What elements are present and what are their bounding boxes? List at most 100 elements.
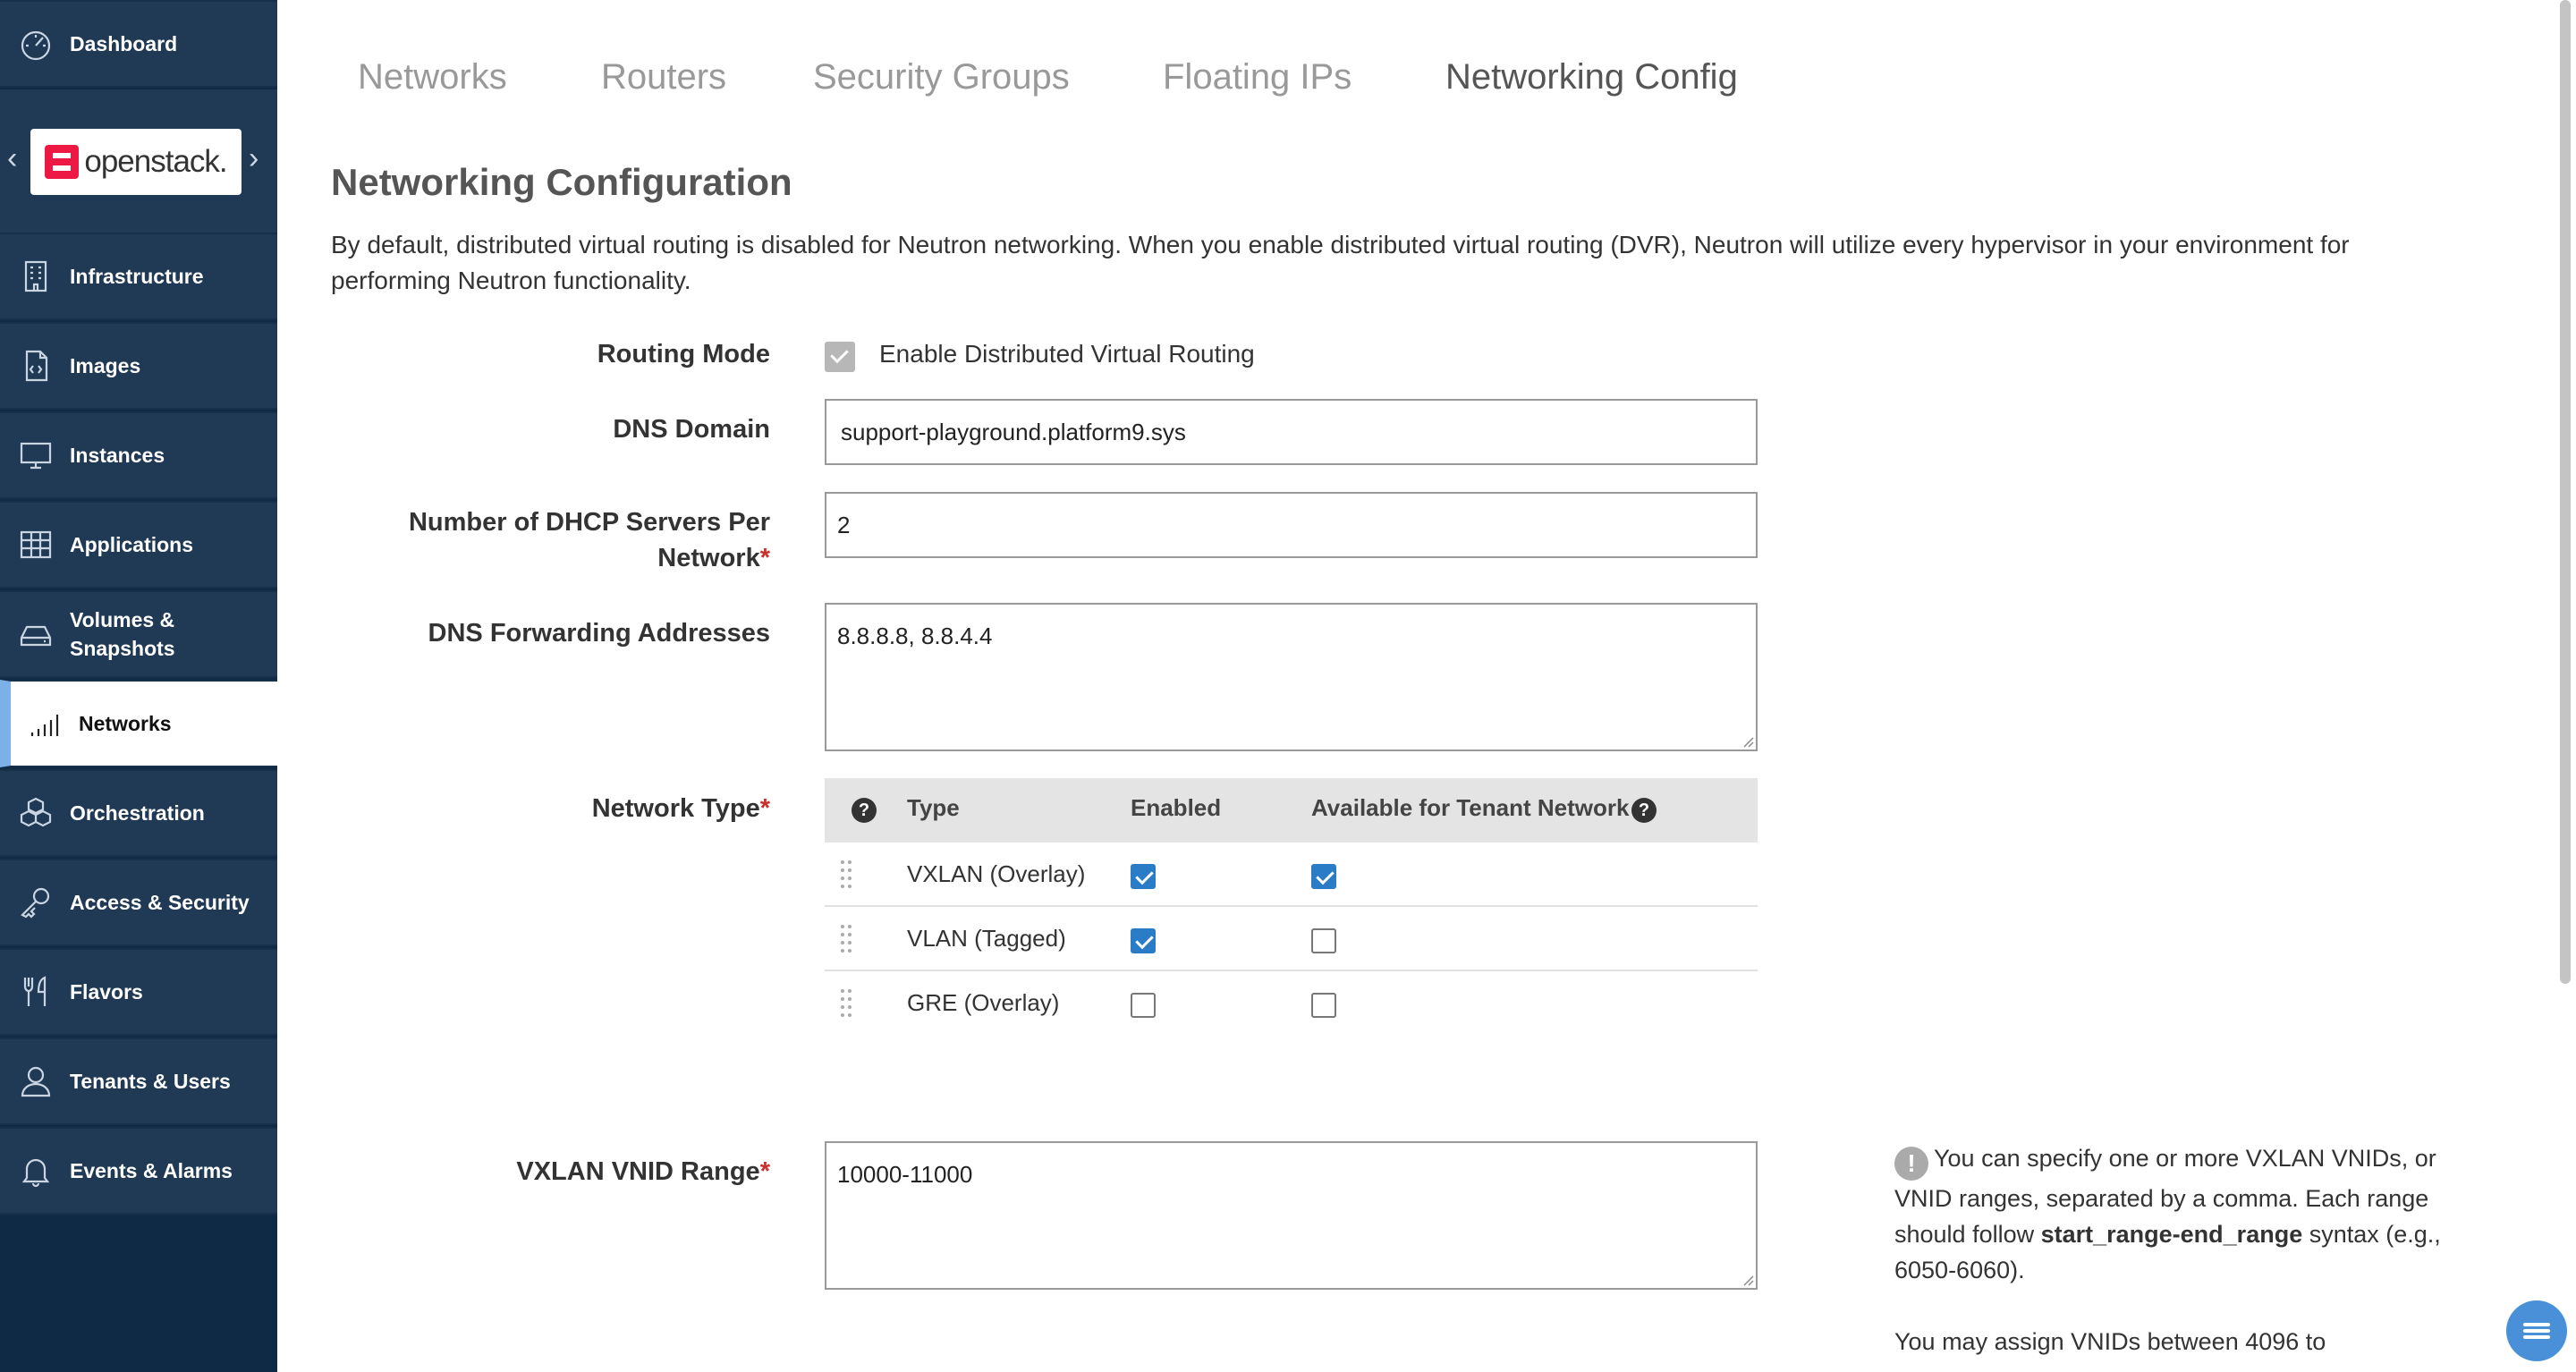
tab-networking-config[interactable]: Networking Config (1445, 57, 1738, 97)
dns-forwarding-label: DNS Forwarding Addresses (428, 619, 770, 648)
resize-handle-icon[interactable] (1741, 735, 1754, 748)
table-row: VXLAN (Overlay) (825, 843, 1758, 907)
dhcp-label-line2: Network (657, 544, 760, 572)
sidebar-item-tenants-users[interactable]: Tenants & Users (0, 1037, 277, 1125)
sidebar-item-label: Flavors (70, 980, 143, 1004)
sidebar-item-label: Images (70, 354, 141, 377)
sidebar-item-access-security[interactable]: Access & Security (0, 859, 277, 946)
routing-mode-label: Routing Mode (597, 340, 770, 368)
utensils-icon (16, 972, 55, 1012)
question-circle-icon[interactable]: ? (1631, 798, 1657, 823)
sidebar-item-orchestration[interactable]: Orchestration (0, 769, 277, 857)
network-type-table-header: ? Type Enabled Available for Tenant Netw… (825, 778, 1758, 843)
sidebar-item-label: Infrastructure (70, 265, 204, 288)
user-icon (16, 1062, 55, 1101)
enabled-checkbox[interactable] (1131, 928, 1156, 953)
sidebar-item-dashboard[interactable]: Dashboard (0, 0, 277, 88)
openstack-logo-mark (45, 145, 80, 179)
sidebar-item-label: Tenants & Users (70, 1070, 231, 1093)
dns-domain-label: DNS Domain (613, 415, 770, 444)
dhcp-label-line2-wrap: Network* (409, 540, 770, 576)
resize-handle-icon[interactable] (1741, 1274, 1754, 1286)
dhcp-label-line1: Number of DHCP Servers Per (408, 508, 770, 537)
tenant-checkbox[interactable] (1311, 993, 1336, 1018)
sidebar: Dashboard ‹ openstack. › Infrastructure … (0, 0, 277, 1372)
column-header-tenant: Available for Tenant Network (1311, 794, 1630, 821)
required-marker: * (759, 794, 770, 823)
sidebar-item-infrastructure[interactable]: Infrastructure (0, 233, 277, 320)
dns-forwarding-textarea[interactable]: 8.8.8.8, 8.8.4.4 (825, 603, 1758, 751)
sidebar-item-label: Applications (70, 533, 194, 556)
dns-domain-value: support-playground.platform9.sys (841, 418, 1186, 445)
sidebar-item-applications[interactable]: Applications (0, 501, 277, 589)
signal-bars-icon (25, 704, 64, 743)
drag-handle-icon[interactable] (841, 925, 853, 953)
vxlan-label-text: VXLAN VNID Range (516, 1157, 760, 1186)
network-type-label-text: Network Type (591, 794, 760, 823)
page-title: Networking Configuration (331, 161, 792, 203)
grid-table-icon (16, 525, 55, 564)
dns-forwarding-value: 8.8.8.8, 8.8.4.4 (837, 622, 993, 649)
dns-domain-input[interactable]: support-playground.platform9.sys (825, 399, 1758, 465)
tab-networks[interactable]: Networks (358, 57, 507, 97)
sidebar-item-volumes-snapshots[interactable]: Volumes & Snapshots (0, 590, 277, 678)
openstack-logo[interactable]: openstack. (30, 129, 242, 195)
enabled-checkbox[interactable] (1131, 864, 1156, 889)
sidebar-item-label: Events & Alarms (70, 1159, 233, 1182)
chat-menu-button[interactable] (2506, 1300, 2567, 1361)
network-type-name: GRE (Overlay) (907, 989, 1060, 1016)
drag-handle-icon[interactable] (841, 989, 853, 1018)
info-paragraph-1: ! You can specify one or more VXLAN VNIDs… (1894, 1140, 2485, 1288)
hard-drive-icon (16, 614, 55, 654)
dhcp-servers-value: 2 (837, 511, 851, 538)
column-header-enabled: Enabled (1131, 794, 1222, 821)
tenant-checkbox[interactable] (1311, 928, 1336, 953)
monitor-icon (16, 436, 55, 475)
exclamation-circle-icon: ! (1894, 1147, 1928, 1181)
sidebar-item-networks[interactable]: Networks (0, 680, 277, 767)
sidebar-item-label: Dashboard (70, 32, 178, 55)
column-header-type: Type (907, 794, 960, 821)
vxlan-vnid-range-label: VXLAN VNID Range* (516, 1154, 770, 1190)
tab-routers[interactable]: Routers (601, 57, 726, 97)
brand-area: ‹ openstack. › (0, 89, 277, 233)
menu-lines-icon (2523, 1320, 2550, 1342)
vxlan-vnid-range-textarea[interactable]: 10000-11000 (825, 1141, 1758, 1290)
drag-handle-icon[interactable] (841, 860, 853, 889)
sidebar-item-label: Access & Security (70, 891, 250, 914)
enabled-checkbox[interactable] (1131, 993, 1156, 1018)
logo-text: openstack. (84, 144, 227, 179)
chevron-left-icon[interactable]: ‹ (7, 141, 17, 176)
dhcp-servers-label: Number of DHCP Servers Per Network* (409, 504, 770, 576)
info-text-1-bold: start_range-end_range (2040, 1221, 2303, 1248)
sidebar-item-label: Orchestration (70, 801, 205, 825)
sidebar-item-label: Networks (79, 712, 172, 735)
network-type-label: Network Type* (592, 791, 770, 826)
dvr-checkbox[interactable] (825, 342, 855, 372)
vxlan-vnid-range-value: 10000-11000 (837, 1161, 973, 1188)
intro-text: By default, distributed virtual routing … (331, 231, 2350, 294)
vxlan-info-box: ! You can specify one or more VXLAN VNIDs… (1894, 1140, 2485, 1359)
question-circle-icon[interactable]: ? (852, 798, 877, 823)
network-type-name: VXLAN (Overlay) (907, 860, 1086, 887)
sidebar-item-events-alarms[interactable]: Events & Alarms (0, 1127, 277, 1215)
tenant-checkbox[interactable] (1311, 864, 1336, 889)
dhcp-servers-input[interactable]: 2 (825, 492, 1758, 558)
chevron-right-icon[interactable]: › (249, 141, 258, 176)
key-icon (16, 883, 55, 922)
sidebar-item-flavors[interactable]: Flavors (0, 948, 277, 1036)
tab-security-groups[interactable]: Security Groups (813, 57, 1070, 97)
file-code-icon (16, 346, 55, 385)
sidebar-item-label: Volumes & Snapshots (70, 608, 175, 660)
sidebar-item-images[interactable]: Images (0, 322, 277, 410)
required-marker: * (759, 1157, 770, 1186)
table-row: GRE (Overlay) (825, 971, 1758, 1036)
sidebar-item-label: Instances (70, 444, 165, 467)
dvr-option-label: Enable Distributed Virtual Routing (879, 340, 1255, 368)
page-scrollbar[interactable] (2560, 0, 2571, 984)
tab-floating-ips[interactable]: Floating IPs (1163, 57, 1352, 97)
network-type-name: VLAN (Tagged) (907, 925, 1066, 952)
sidebar-item-instances[interactable]: Instances (0, 411, 277, 499)
info-paragraph-2: You may assign VNIDs between 4096 to (1894, 1328, 2326, 1355)
cubes-icon (16, 793, 55, 833)
